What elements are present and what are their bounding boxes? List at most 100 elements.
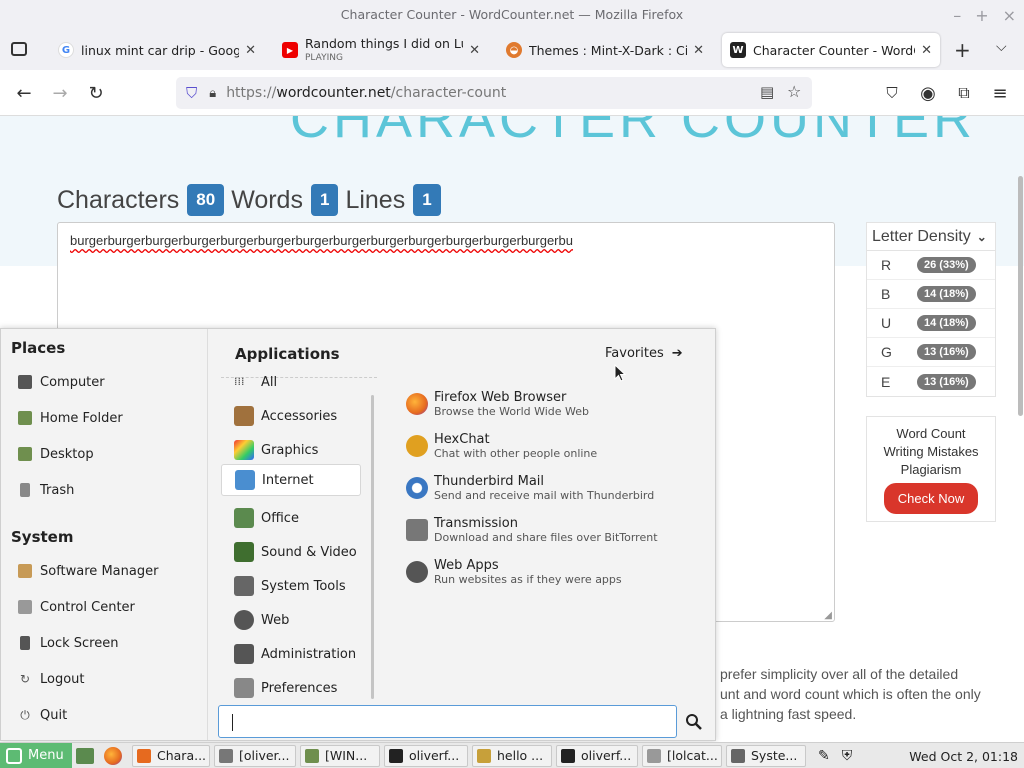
tab-label: Themes : Mint-X-Dark : Cinna <box>529 42 688 58</box>
density-value: 13 (16%) <box>917 373 976 390</box>
category-scrollbar[interactable] <box>371 395 374 699</box>
system-control-center[interactable]: Control Center <box>18 596 135 618</box>
accessories-icon <box>234 406 254 426</box>
app-transmission[interactable]: Transmission Download and share files ove… <box>406 513 658 547</box>
taskbar-window-terminal-1[interactable]: [oliver... <box>214 744 296 767</box>
show-desktop-icon[interactable] <box>76 747 94 764</box>
system-lock-screen[interactable]: Lock Screen <box>18 632 118 654</box>
check-now-button[interactable]: Check Now <box>883 483 979 514</box>
category-all[interactable]: ⁞⁞⁞ All <box>221 366 361 398</box>
place-trash[interactable]: Trash <box>18 479 74 501</box>
new-tab-button[interactable]: + <box>954 38 971 62</box>
close-tab-icon[interactable]: ✕ <box>693 43 704 58</box>
description-line: a lightning fast speed. <box>720 706 857 722</box>
place-desktop[interactable]: Desktop <box>18 443 94 465</box>
category-internet[interactable]: Internet <box>221 464 361 496</box>
administration-icon <box>234 644 254 664</box>
close-window-button[interactable]: × <box>1003 6 1016 25</box>
reload-icon[interactable]: ↻ <box>84 81 108 105</box>
category-label: All <box>261 374 278 390</box>
taskbar-window-firefox[interactable]: Chara... <box>132 744 210 767</box>
category-web[interactable]: Web <box>221 604 361 636</box>
firefox-icon <box>406 393 428 415</box>
category-graphics[interactable]: Graphics <box>221 434 361 466</box>
firefox-view-icon[interactable] <box>11 42 27 56</box>
menu-label: Menu <box>28 748 64 763</box>
maximize-button[interactable]: + <box>975 6 988 25</box>
close-tab-icon[interactable]: ✕ <box>245 43 256 58</box>
tab-character-counter[interactable]: W Character Counter - WordCo ✕ <box>722 33 940 67</box>
taskbar-window-terminal-2[interactable]: oliverf... <box>384 744 468 767</box>
extensions-icon[interactable]: ⧉ <box>952 81 976 105</box>
app-description: Send and receive mail with Thunderbird <box>434 489 655 502</box>
close-tab-icon[interactable]: ✕ <box>469 43 480 58</box>
reader-view-icon[interactable]: ▤ <box>760 83 774 101</box>
category-label: Administration <box>261 646 357 662</box>
chevron-down-icon[interactable]: ⌄ <box>977 230 987 244</box>
page-scrollbar[interactable] <box>1018 176 1023 416</box>
category-system-tools[interactable]: System Tools <box>221 570 361 602</box>
tracking-shield-icon[interactable]: ⛉ <box>186 84 197 102</box>
taskbar-window-folder[interactable]: [WIN... <box>300 744 380 767</box>
back-icon[interactable]: ← <box>12 81 36 105</box>
tab-google[interactable]: G linux mint car drip - Google S ✕ <box>50 33 264 67</box>
density-row: R 26 (33%) <box>867 251 995 280</box>
place-computer[interactable]: Computer <box>18 371 105 393</box>
app-firefox[interactable]: Firefox Web Browser Browse the World Wide… <box>406 387 589 421</box>
system-logout[interactable]: ↻ Logout <box>18 668 85 690</box>
window-label: oliverf... <box>409 748 460 763</box>
place-home-folder[interactable]: Home Folder <box>18 407 123 429</box>
window-label: oliverf... <box>581 748 632 763</box>
shield-tray-icon[interactable]: ⛨ <box>842 748 853 764</box>
app-hexchat[interactable]: HexChat Chat with other people online <box>406 429 597 463</box>
app-menu-icon[interactable]: ≡ <box>988 81 1012 105</box>
mint-menu-button[interactable]: Menu <box>0 742 72 768</box>
density-letter: G <box>881 344 892 360</box>
category-accessories[interactable]: Accessories <box>221 400 361 432</box>
favorites-button[interactable]: Favorites ➔ <box>605 346 683 361</box>
pen-tray-icon[interactable]: ✎ <box>818 748 830 764</box>
tab-youtube[interactable]: ▶ Random things I did on LumPLAYING ✕ <box>274 33 488 67</box>
taskbar-window-text-editor[interactable]: hello ... <box>472 744 552 767</box>
system-monitor-icon <box>731 748 745 763</box>
pocket-icon[interactable]: ⛉ <box>880 81 904 105</box>
url-bar[interactable]: ⛉ 🔒︎ https://wordcounter.net/character-c… <box>176 77 812 109</box>
app-web-apps[interactable]: Web Apps Run websites as if they were app… <box>406 555 622 589</box>
web-apps-icon <box>406 561 428 583</box>
account-icon[interactable]: ◉ <box>916 81 940 105</box>
letter-density-title: Letter Density <box>872 227 971 245</box>
taskbar-window-system-monitor[interactable]: Syste... <box>726 744 806 767</box>
category-label: System Tools <box>261 578 346 594</box>
close-tab-icon[interactable]: ✕ <box>921 43 932 58</box>
category-sound-video[interactable]: Sound & Video <box>221 536 361 568</box>
taskbar-window-terminal-3[interactable]: oliverf... <box>556 744 638 767</box>
category-preferences[interactable]: Preferences <box>221 672 361 704</box>
density-value: 14 (18%) <box>917 286 976 302</box>
terminal-icon <box>219 748 233 763</box>
forward-icon[interactable]: → <box>48 81 72 105</box>
tab-themes[interactable]: ◒ Themes : Mint-X-Dark : Cinna ✕ <box>498 33 712 67</box>
text-content: burgerburgerburgerburgerburgerburgerburg… <box>70 233 573 248</box>
taskbar-window-image[interactable]: [lolcat... <box>642 744 722 767</box>
category-office[interactable]: Office <box>221 502 361 534</box>
category-administration[interactable]: Administration <box>221 638 361 670</box>
menu-search-input[interactable] <box>218 705 677 738</box>
minimize-button[interactable]: – <box>953 6 961 25</box>
clock[interactable]: Wed Oct 2, 01:18 <box>909 743 1018 768</box>
app-description: Run websites as if they were apps <box>434 573 622 586</box>
category-label: Graphics <box>261 442 319 458</box>
office-icon <box>234 508 254 528</box>
folder-icon <box>305 748 319 763</box>
system-quit[interactable]: ⏻ Quit <box>18 704 67 726</box>
resize-handle-icon[interactable]: ◢ <box>824 610 832 621</box>
app-thunderbird[interactable]: Thunderbird Mail Send and receive mail wi… <box>406 471 654 505</box>
system-label: Quit <box>40 707 68 723</box>
search-icon[interactable] <box>685 713 703 731</box>
firefox-launcher-icon[interactable] <box>104 746 122 765</box>
list-tabs-icon[interactable]: ⌵ <box>996 39 1007 55</box>
letter-density-header[interactable]: Letter Density ⌄ <box>867 223 995 251</box>
lock-icon[interactable]: 🔒︎ <box>209 86 216 101</box>
system-software-manager[interactable]: Software Manager <box>18 560 158 582</box>
bookmark-star-icon[interactable]: ☆ <box>787 82 801 101</box>
mouse-cursor-icon <box>614 364 626 382</box>
